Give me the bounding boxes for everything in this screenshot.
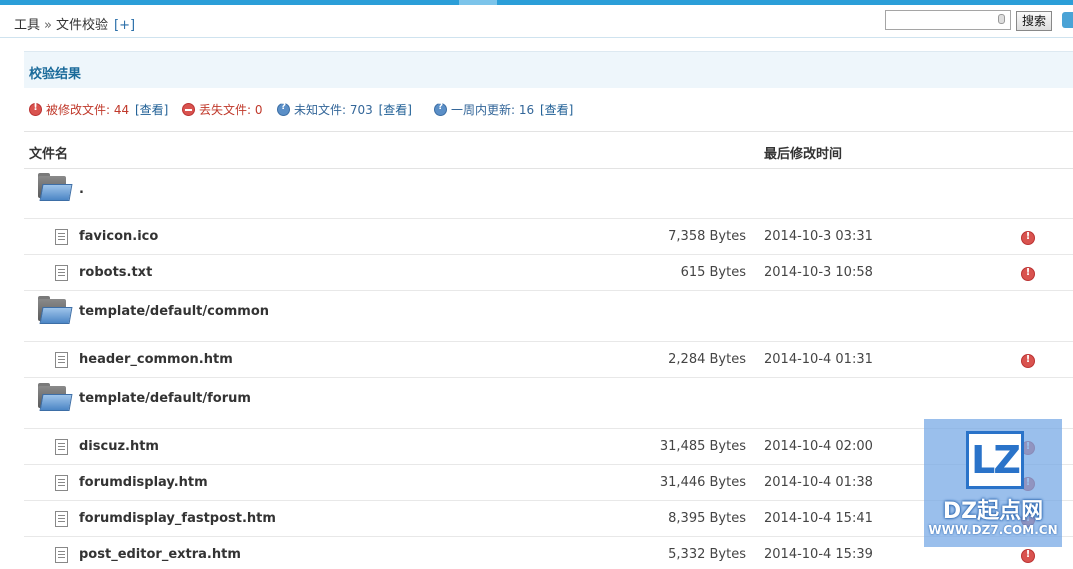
folder-name: template/default/common (79, 304, 270, 319)
panel-title: 校验结果 (29, 67, 82, 82)
file-size: 31,446 Bytes (659, 475, 746, 490)
file-icon (55, 439, 68, 455)
lost-count: 丢失文件: 0 (199, 103, 263, 117)
breadcrumb-tools[interactable]: 工具 (14, 18, 40, 33)
folder-row: template/default/common (24, 291, 1073, 342)
table-header: 文件名 最后修改时间 (24, 131, 1073, 169)
folder-icon (38, 383, 73, 411)
file-date: 2014-10-4 15:41 (764, 511, 873, 526)
file-date: 2014-10-4 02:00 (764, 439, 873, 454)
table-row: forumdisplay_fastpost.htm 8,395 Bytes 20… (24, 501, 1073, 537)
summary-modified: 被修改文件: 44 [查看] (29, 101, 168, 118)
file-name: forumdisplay_fastpost.htm (79, 511, 276, 526)
folder-row: . (24, 168, 1073, 219)
file-icon (55, 511, 68, 527)
folder-name: template/default/forum (79, 391, 251, 406)
table-row: forumdisplay.htm 31,446 Bytes 2014-10-4 … (24, 465, 1073, 501)
modified-alert-icon (1021, 549, 1035, 563)
summary-unknown: 未知文件: 703 [查看] (277, 101, 412, 118)
modified-alert-icon (1021, 231, 1035, 245)
question-icon (277, 102, 290, 116)
file-date: 2014-10-4 01:31 (764, 352, 873, 367)
file-size: 5,332 Bytes (668, 547, 746, 562)
add-shortcut-button[interactable]: [+] (114, 18, 135, 33)
watermark: LZ DZ起点网 WWW.DZ7.COM.CN (924, 419, 1062, 547)
minus-circle-icon (182, 103, 195, 116)
edge-button[interactable] (1062, 12, 1073, 28)
watermark-url: WWW.DZ7.COM.CN (928, 523, 1058, 537)
modified-count: 被修改文件: 44 (46, 103, 130, 117)
microphone-icon[interactable] (998, 14, 1005, 24)
watermark-name: DZ起点网 (942, 499, 1044, 524)
view-modified-link[interactable]: [查看] (135, 103, 168, 117)
view-unknown-link[interactable]: [查看] (379, 103, 412, 117)
file-date: 2014-10-3 10:58 (764, 265, 873, 280)
file-name: post_editor_extra.htm (79, 547, 241, 562)
modified-alert-icon (1021, 267, 1035, 281)
table-row: post_editor_extra.htm 5,332 Bytes 2014-1… (24, 537, 1073, 569)
folder-row: template/default/forum (24, 378, 1073, 429)
top-accent-bar (0, 0, 1073, 5)
alert-icon (29, 102, 42, 116)
file-icon (55, 475, 68, 491)
file-date: 2014-10-3 03:31 (764, 229, 873, 244)
file-date: 2014-10-4 01:38 (764, 475, 873, 490)
header-divider (0, 37, 1073, 38)
file-size: 31,485 Bytes (659, 439, 746, 454)
table-row: discuz.htm 31,485 Bytes 2014-10-4 02:00 (24, 429, 1073, 465)
summary-lost: 丢失文件: 0 (182, 101, 263, 118)
top-bar-indicator (459, 0, 497, 5)
modified-alert-icon (1021, 354, 1035, 368)
breadcrumb-separator: » (44, 18, 52, 33)
file-name: favicon.ico (79, 229, 159, 244)
file-name: robots.txt (79, 265, 153, 280)
week-count: 一周内更新: 16 (451, 103, 535, 117)
breadcrumb-current: 文件校验 (55, 18, 108, 33)
column-filename: 文件名 (29, 147, 69, 162)
file-size: 7,358 Bytes (668, 229, 746, 244)
question-icon (434, 102, 447, 116)
table-row: header_common.htm 2,284 Bytes 2014-10-4 … (24, 342, 1073, 378)
column-modified-time: 最后修改时间 (764, 147, 843, 162)
file-icon (55, 352, 68, 368)
breadcrumb: 工具 » 文件校验 [+] (14, 14, 135, 33)
file-name: discuz.htm (79, 439, 159, 454)
table-row: favicon.ico 7,358 Bytes 2014-10-3 03:31 (24, 219, 1073, 255)
file-size: 2,284 Bytes (668, 352, 746, 367)
search-button[interactable]: 搜索 (1016, 11, 1052, 31)
file-size: 615 Bytes (680, 265, 746, 280)
file-date: 2014-10-4 15:39 (764, 547, 873, 562)
summary-week: 一周内更新: 16 [查看] (434, 101, 573, 118)
table-row: robots.txt 615 Bytes 2014-10-3 10:58 (24, 255, 1073, 291)
folder-name: . (79, 182, 84, 197)
file-icon (55, 547, 68, 563)
file-name: forumdisplay.htm (79, 475, 208, 490)
file-icon (55, 229, 68, 245)
watermark-logo: LZ (966, 431, 1024, 489)
file-size: 8,395 Bytes (668, 511, 746, 526)
file-icon (55, 265, 68, 281)
folder-icon (38, 296, 73, 324)
view-week-link[interactable]: [查看] (540, 103, 573, 117)
file-name: header_common.htm (79, 352, 233, 367)
folder-icon (38, 173, 73, 201)
unknown-count: 未知文件: 703 (294, 103, 373, 117)
search-input[interactable] (885, 10, 1011, 30)
panel-header: 校验结果 (24, 51, 1073, 88)
